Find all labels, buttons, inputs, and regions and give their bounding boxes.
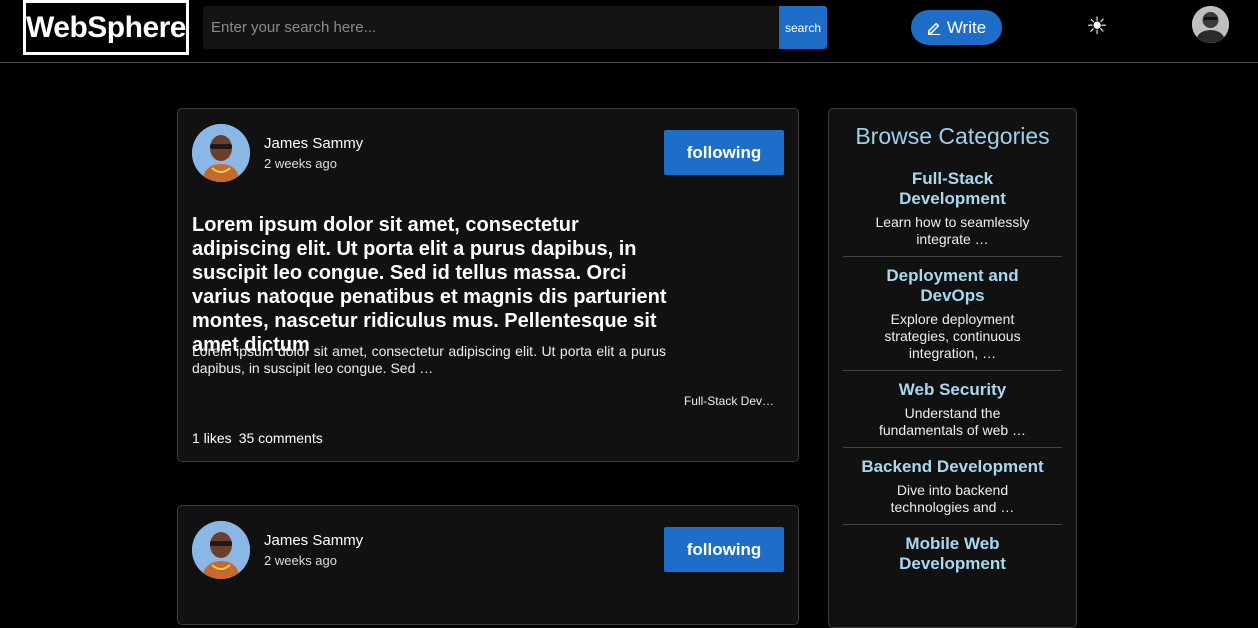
avatar-image [1192, 6, 1229, 43]
post-category-tag[interactable]: Full-Stack Dev… [684, 394, 774, 408]
category-item[interactable]: Deployment and DevOps Explore deployment… [843, 266, 1062, 371]
post-stats: 1 likes 35 comments [192, 430, 323, 446]
pencil-icon [927, 22, 940, 35]
search-button[interactable]: search [779, 6, 827, 49]
search-input[interactable] [203, 6, 779, 49]
author-name[interactable]: James Sammy [264, 135, 363, 152]
author-avatar[interactable] [192, 124, 250, 182]
category-name[interactable]: Deployment and DevOps [861, 266, 1044, 306]
following-button[interactable]: following [664, 130, 784, 175]
following-button[interactable]: following [664, 527, 784, 572]
category-name[interactable]: Mobile Web Development [861, 534, 1044, 574]
user-avatar[interactable] [1192, 6, 1229, 43]
category-name[interactable]: Full-Stack Development [861, 169, 1044, 209]
likes-count[interactable]: 1 likes [192, 430, 232, 446]
post-timestamp: 2 weeks ago [264, 156, 337, 171]
category-item[interactable]: Mobile Web Development [843, 534, 1062, 582]
search-bar: search [203, 6, 827, 49]
write-button-label: Write [946, 17, 987, 37]
category-description: Learn how to seamlessly integrate … [875, 214, 1030, 247]
category-item[interactable]: Full-Stack Development Learn how to seam… [843, 169, 1062, 257]
post-excerpt: Lorem ipsum dolor sit amet, consectetur … [192, 343, 666, 376]
post-card[interactable]: James Sammy 2 weeks ago following [177, 505, 799, 625]
categories-sidebar: Browse Categories Full-Stack Development… [828, 108, 1077, 628]
write-button[interactable]: Write [911, 10, 1002, 45]
category-name[interactable]: Web Security [861, 380, 1044, 400]
category-item[interactable]: Web Security Understand the fundamentals… [843, 380, 1062, 448]
post-timestamp: 2 weeks ago [264, 553, 337, 568]
post-title[interactable]: Lorem ipsum dolor sit amet, consectetur … [192, 213, 672, 357]
category-description: Dive into backend technologies and … [890, 482, 1015, 515]
category-list: Full-Stack Development Learn how to seam… [843, 169, 1062, 591]
author-avatar-image [192, 521, 250, 579]
site-logo[interactable]: WebSphere [23, 0, 189, 55]
sun-icon[interactable]: ☀ [1083, 12, 1111, 40]
author-avatar-image [192, 124, 250, 182]
category-description: Understand the fundamentals of web … [878, 405, 1027, 438]
author-avatar[interactable] [192, 521, 250, 579]
top-navbar: WebSphere search Write ☀ [0, 0, 1258, 63]
category-description: Explore deployment strategies, continuou… [884, 311, 1021, 361]
author-name[interactable]: James Sammy [264, 532, 363, 549]
category-item[interactable]: Backend Development Dive into backend te… [843, 457, 1062, 525]
post-card[interactable]: James Sammy 2 weeks ago following Lorem … [177, 108, 799, 462]
comments-count[interactable]: 35 comments [239, 430, 323, 446]
sidebar-title: Browse Categories [855, 123, 1050, 149]
category-name[interactable]: Backend Development [861, 457, 1044, 477]
